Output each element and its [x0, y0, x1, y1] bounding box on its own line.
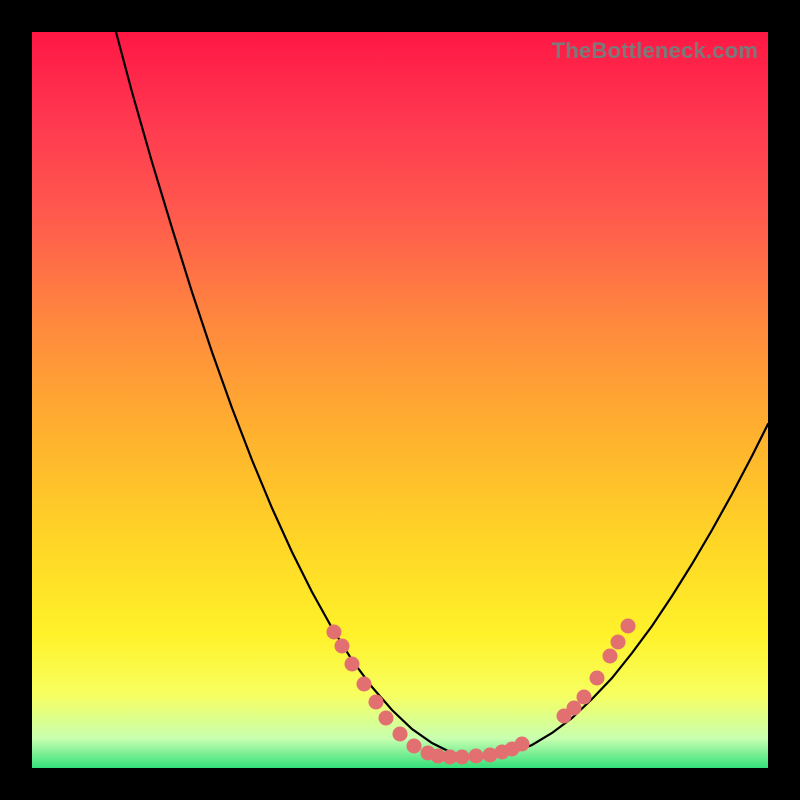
curve-marker	[379, 711, 394, 726]
curve-marker	[469, 749, 484, 764]
curve-markers	[327, 619, 636, 765]
curve-marker	[590, 671, 605, 686]
curve-marker	[621, 619, 636, 634]
curve-marker	[407, 739, 422, 754]
curve-marker	[611, 635, 626, 650]
curve-marker	[455, 750, 470, 765]
watermark-text: TheBottleneck.com	[552, 38, 758, 64]
curve-marker	[603, 649, 618, 664]
curve-marker	[577, 690, 592, 705]
curve-marker	[357, 677, 372, 692]
curve-layer	[32, 32, 768, 768]
curve-marker	[327, 625, 342, 640]
curve-marker	[345, 657, 360, 672]
curve-marker	[393, 727, 408, 742]
bottleneck-curve	[116, 32, 768, 757]
curve-marker	[369, 695, 384, 710]
plot-area: TheBottleneck.com	[32, 32, 768, 768]
curve-marker	[335, 639, 350, 654]
curve-marker	[515, 737, 530, 752]
